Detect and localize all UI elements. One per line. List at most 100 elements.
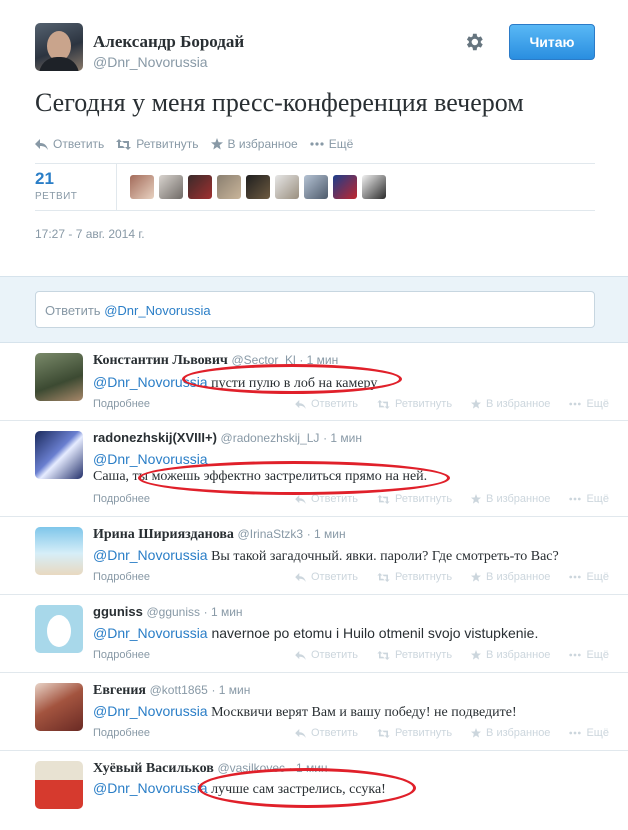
star-icon [210, 138, 223, 150]
retweet-action[interactable]: Ретвитнуть [377, 493, 452, 505]
reply-action[interactable]: Ответить [295, 398, 358, 410]
reply-avatar[interactable] [35, 683, 83, 731]
retweeter-avatars [130, 175, 386, 199]
more-action[interactable]: Ещё [569, 727, 609, 739]
reply-time[interactable]: · 1 мин [307, 527, 346, 541]
reply-avatar[interactable] [35, 605, 83, 653]
reply-author-handle[interactable]: @radonezhskij_LJ [221, 431, 320, 445]
reply-action[interactable]: Ответить [295, 649, 358, 661]
favorite-action[interactable]: В избранное [210, 137, 298, 151]
reply-input[interactable]: Ответить @Dnr_Novorussia [35, 291, 595, 328]
retweet-action[interactable]: Ретвитнуть [377, 649, 452, 661]
retweeter-avatar[interactable] [362, 175, 386, 199]
author-avatar[interactable] [35, 23, 83, 71]
reply-author-name[interactable]: gguniss [93, 604, 143, 619]
reply-tweet[interactable]: radonezhskij(XVIII+) @radonezhskij_LJ · … [0, 421, 628, 517]
reply-action[interactable]: Ответить [295, 727, 358, 739]
details-link[interactable]: Подробнее [93, 493, 150, 505]
reply-mention[interactable]: @Dnr_Novorussia [93, 374, 208, 390]
reply-time[interactable]: · 1 мин [289, 761, 328, 775]
reply-author-name[interactable]: radonezhskij(XVIII+) [93, 430, 217, 445]
reply-tweet[interactable]: Константин Львович @Sector_Kl · 1 мин @D… [0, 343, 628, 421]
favorite-label: В избранное [486, 649, 551, 661]
reply-avatar[interactable] [35, 761, 83, 809]
retweet-count-label: РЕТВИТ [35, 191, 78, 202]
star-icon [471, 494, 482, 504]
retweet-count[interactable]: 21 [35, 169, 54, 189]
reply-action[interactable]: Ответить [295, 493, 358, 505]
author-name[interactable]: Александр Бородай [93, 32, 244, 52]
gear-icon[interactable] [463, 31, 485, 53]
retweeter-avatar[interactable] [275, 175, 299, 199]
reply-time[interactable]: · 1 мин [204, 605, 243, 619]
reply-icon [295, 572, 306, 582]
retweeter-avatar[interactable] [130, 175, 154, 199]
reply-action[interactable]: Ответить [295, 571, 358, 583]
reply-text: @Dnr_Novorussia navernoe po etomu i Huil… [93, 625, 538, 641]
retweeter-avatar[interactable] [246, 175, 270, 199]
more-action[interactable]: Ещё [310, 137, 353, 151]
more-action[interactable]: Ещё [569, 493, 609, 505]
reply-input-prefix: Ответить [45, 303, 101, 318]
details-link[interactable]: Подробнее [93, 649, 150, 661]
reply-mention[interactable]: @Dnr_Novorussia [93, 547, 208, 563]
following-button[interactable]: Читаю [509, 24, 595, 60]
reply-body: Москвичи верят Вам и вашу победу! не под… [211, 705, 517, 720]
favorite-action[interactable]: В избранное [471, 649, 550, 661]
reply-text: @Dnr_Novorussia пусти пулю в лоб на каме… [93, 374, 377, 392]
more-action[interactable]: Ещё [569, 398, 609, 410]
reply-tweet[interactable]: Ирина Ширияздaнова @IrinaStzk3 · 1 мин @… [0, 517, 628, 595]
reply-author-handle[interactable]: @gguniss [146, 605, 200, 619]
retweeter-avatar[interactable] [188, 175, 212, 199]
reply-time[interactable]: · 1 мин [211, 683, 250, 697]
reply-author-name[interactable]: Ирина Ширияздaнова [93, 527, 234, 542]
main-tweet: Александр Бородай @Dnr_Novorussia Читаю … [0, 0, 628, 276]
reply-author-name[interactable]: Евгения [93, 683, 146, 698]
retweet-action[interactable]: Ретвитнуть [377, 398, 452, 410]
reply-mention-text[interactable]: @Dnr_Novorussia [93, 451, 208, 467]
more-action[interactable]: Ещё [569, 649, 609, 661]
details-link[interactable]: Подробнее [93, 398, 150, 410]
reply-actions: Ответить Ретвитнуть В избранное Ещё [295, 571, 609, 583]
favorite-action[interactable]: В избранное [471, 571, 550, 583]
retweeter-avatar[interactable] [217, 175, 241, 199]
retweeter-avatar[interactable] [304, 175, 328, 199]
more-action[interactable]: Ещё [569, 571, 609, 583]
retweet-action[interactable]: Ретвитнуть [377, 571, 452, 583]
reply-avatar[interactable] [35, 527, 83, 575]
reply-mention[interactable]: @Dnr_Novorussia [93, 625, 208, 641]
details-link[interactable]: Подробнее [93, 727, 150, 739]
retweet-action[interactable]: Ретвитнуть [116, 137, 199, 151]
tweet-timestamp[interactable]: 17:27 - 7 авг. 2014 г. [35, 227, 145, 241]
favorite-action[interactable]: В избранное [471, 727, 550, 739]
reply-time[interactable]: · 1 мин [299, 353, 338, 367]
reply-label: Ответить [311, 493, 359, 505]
reply-label: Ответить [311, 727, 359, 739]
author-handle[interactable]: @Dnr_Novorussia [93, 54, 208, 70]
reply-mention[interactable]: @Dnr_Novorussia [93, 703, 208, 719]
reply-author-handle[interactable]: @Sector_Kl [231, 353, 295, 367]
reply-avatar[interactable] [35, 353, 83, 401]
reply-time[interactable]: · 1 мин [323, 431, 362, 445]
reply-mention[interactable]: @Dnr_Novorussia [93, 780, 208, 796]
reply-tweet[interactable]: Евгения @kott1865 · 1 мин @Dnr_Novorussi… [0, 673, 628, 751]
reply-author-handle[interactable]: @IrinaStzk3 [238, 527, 304, 541]
reply-actions: Ответить Ретвитнуть В избранное Ещё [295, 727, 609, 739]
reply-author-name[interactable]: Хуёвый Васильков [93, 761, 214, 776]
tweet-text: Сегодня у меня пресс-конференция вечером [35, 88, 524, 117]
favorite-action[interactable]: В избранное [471, 493, 550, 505]
retweeter-avatar[interactable] [333, 175, 357, 199]
retweet-action[interactable]: Ретвитнуть [377, 727, 452, 739]
reply-tweet[interactable]: gguniss @gguniss · 1 мин @Dnr_Novorussia… [0, 595, 628, 673]
retweeter-avatar[interactable] [159, 175, 183, 199]
favorite-action[interactable]: В избранное [471, 398, 550, 410]
reply-avatar[interactable] [35, 431, 83, 479]
details-link[interactable]: Подробнее [93, 571, 150, 583]
reply-author-handle[interactable]: @kott1865 [150, 683, 208, 697]
reply-author-handle[interactable]: @vasilkovec [217, 761, 285, 775]
star-icon [471, 399, 482, 409]
reply-label: Ответить [311, 398, 359, 410]
reply-author-name[interactable]: Константин Львович [93, 353, 228, 368]
reply-tweet[interactable]: Хуёвый Васильков @vasilkovec · 1 мин @Dn… [0, 751, 628, 830]
reply-action[interactable]: Ответить [35, 137, 104, 151]
